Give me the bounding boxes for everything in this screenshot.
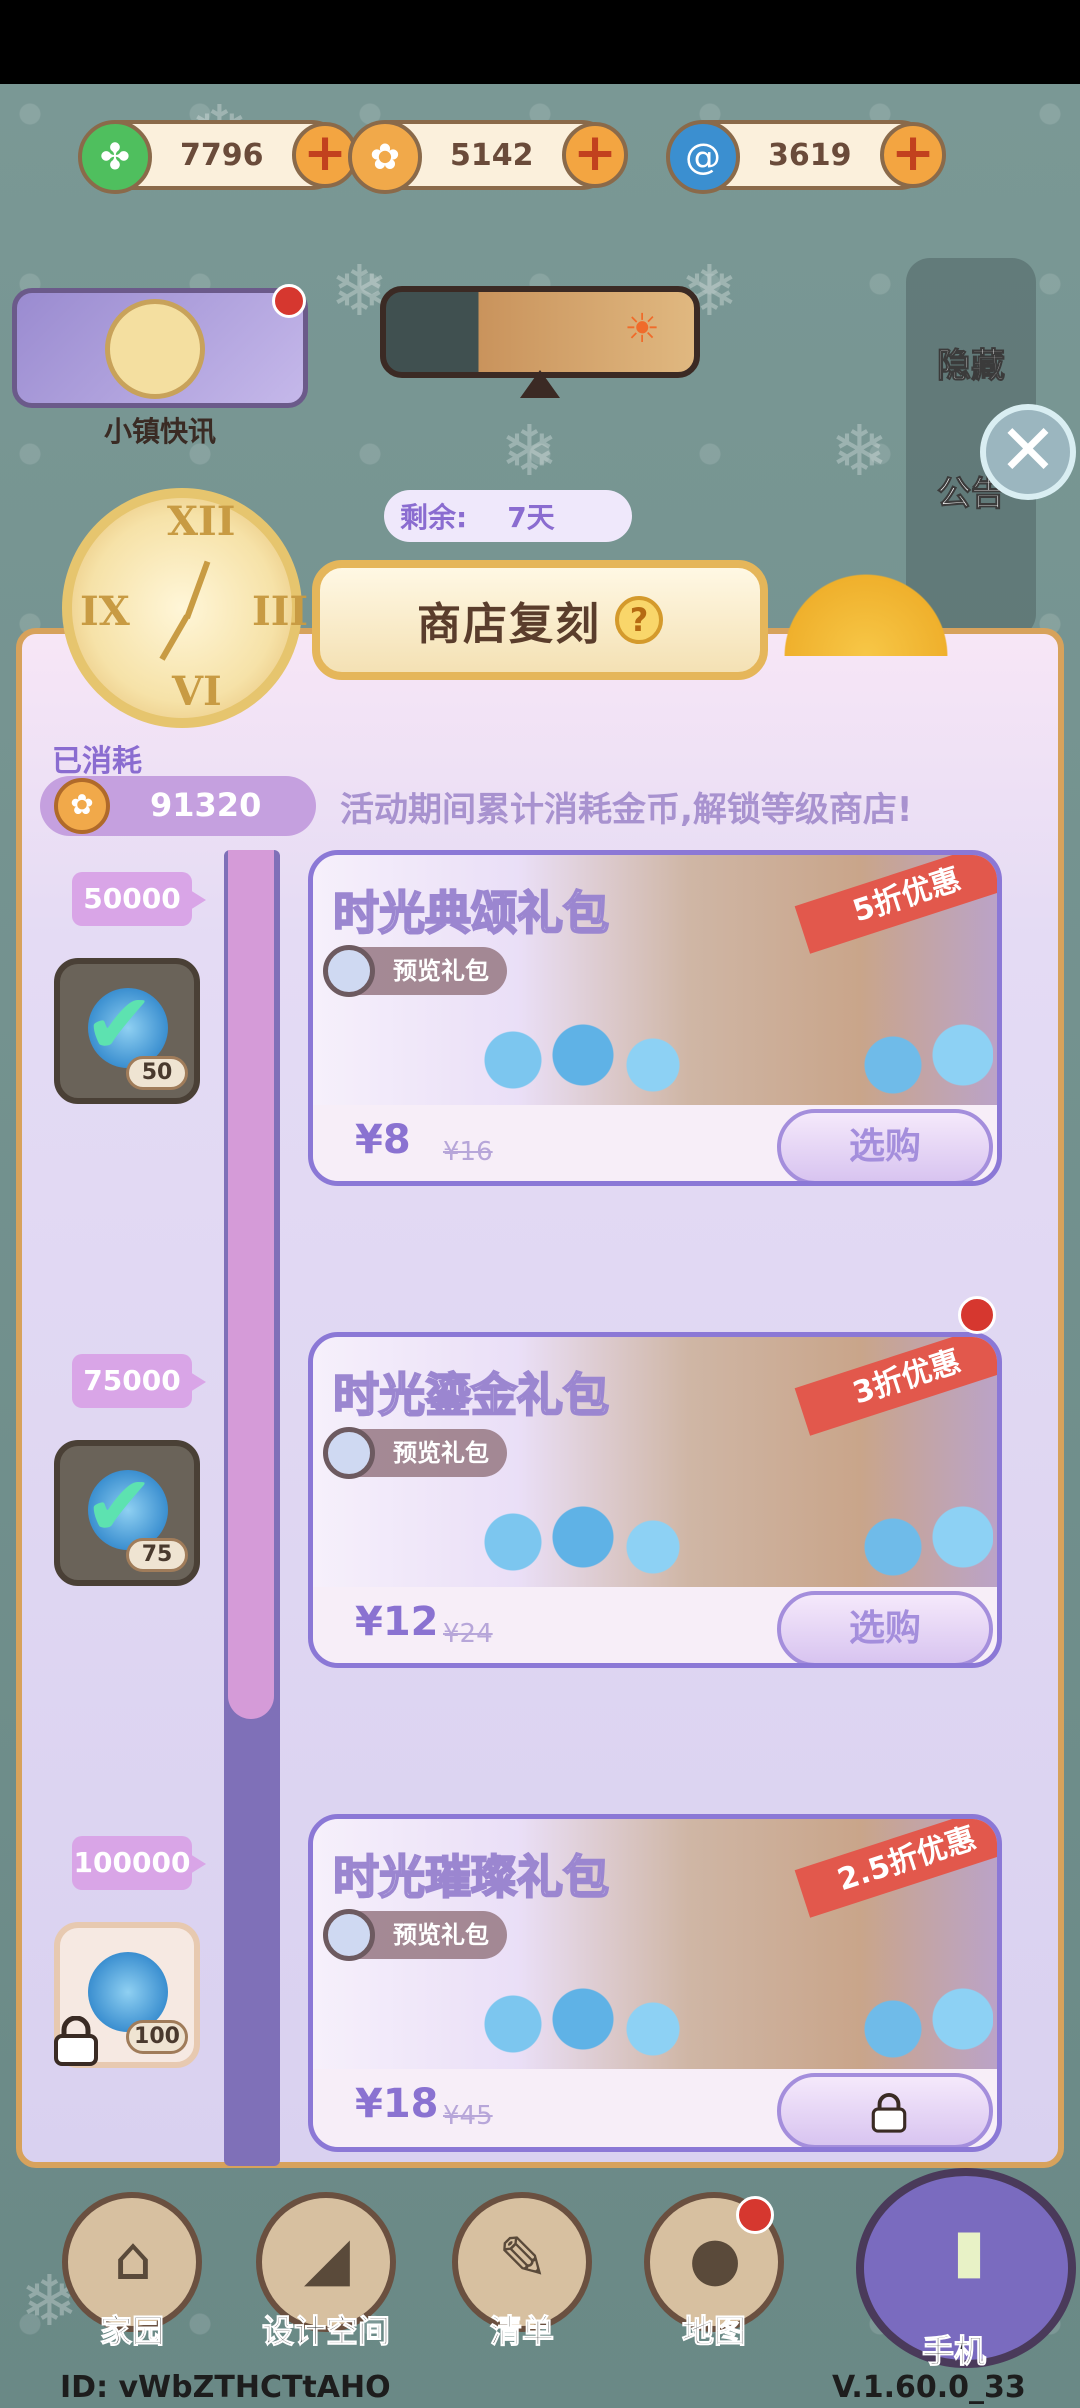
clock-icon <box>105 299 205 399</box>
swirl-gem-icon: @ <box>666 120 740 194</box>
clover-icon: ✤ <box>78 120 152 194</box>
magnifier-icon <box>323 1427 375 1479</box>
title-banner: 商店复刻 ? <box>312 560 768 680</box>
reward-count: 50 <box>126 1056 188 1090</box>
status-bar <box>0 0 1080 84</box>
list-icon: ✎ <box>497 2224 549 2294</box>
nav-design-label: 设计空间 <box>261 2312 390 2351</box>
coin-decoration-icon <box>776 556 956 656</box>
original-price: ¥16 <box>443 1137 493 1167</box>
map-pin-icon: ● <box>688 2224 742 2294</box>
remaining-value: 7天 <box>507 501 555 534</box>
gift-card: 5折优惠 时光典颂礼包 预览礼包 ¥8 ¥16 选购 <box>308 850 1002 1186</box>
original-price: ¥45 <box>443 2101 493 2131</box>
phone-icon: ▮ <box>952 2216 986 2286</box>
consumed-label: 已消耗 <box>52 744 142 779</box>
lock-icon <box>54 2016 98 2066</box>
original-price: ¥24 <box>443 1619 493 1649</box>
currency-coin: ✿ 5142 + <box>348 120 628 194</box>
reward-count: 75 <box>126 1538 188 1572</box>
player-id: ID: vWbZTHCTtAHO <box>60 2370 391 2405</box>
price: ¥18 <box>355 2081 439 2127</box>
lock-icon <box>871 2092 907 2133</box>
tier-threshold: 50000 <box>72 872 206 926</box>
gift-name: 时光典颂礼包 <box>332 885 610 941</box>
reward-count: 100 <box>126 2020 188 2054</box>
check-icon: ✔ <box>84 1457 155 1555</box>
price: ¥8 <box>355 1117 411 1163</box>
currency-clover: ✤ 7796 + <box>78 120 358 194</box>
clock-decoration-icon: XII III VI IX <box>62 488 308 728</box>
remaining-time: 剩余: 7天 <box>384 490 632 542</box>
snowflake-icon: ❄ <box>830 410 889 492</box>
magnifier-icon <box>323 1909 375 1961</box>
price: ¥12 <box>355 1599 439 1645</box>
locked-buy-button[interactable] <box>777 2073 993 2147</box>
tier-reward[interactable]: ✔ 75 <box>54 1440 200 1586</box>
weather-indicator[interactable]: ☀ <box>380 286 700 378</box>
currency-value: 7796 <box>180 137 264 173</box>
nav-phone-label: 手机 <box>921 2332 986 2371</box>
notification-dot <box>272 284 306 318</box>
swirl-gem-icon <box>473 1979 993 2069</box>
swirl-gem-icon <box>473 1497 993 1587</box>
town-news-label: 小镇快讯 <box>103 415 216 448</box>
nav-list-label: 清单 <box>489 2312 554 2351</box>
consumed-value: 91320 <box>150 786 262 824</box>
tier-threshold: 75000 <box>72 1354 206 1408</box>
town-news-button[interactable] <box>12 288 308 408</box>
hide-ui-button[interactable]: 隐藏 <box>906 338 1036 387</box>
ruler-icon: ◢ <box>303 2224 351 2294</box>
version-label: V.1.60.0_33 <box>832 2370 1026 2405</box>
progress-fill <box>228 850 274 1719</box>
page-title: 商店复刻 <box>417 599 601 650</box>
gift-name: 时光璀璨礼包 <box>332 1849 610 1905</box>
coin-icon: ✿ <box>54 778 110 834</box>
gift-card: 3折优惠 时光鎏金礼包 预览礼包 ¥12 ¥24 选购 <box>308 1332 1002 1668</box>
notification-dot <box>958 1296 996 1334</box>
swirl-gem-icon <box>473 1015 993 1105</box>
gift-name: 时光鎏金礼包 <box>332 1367 610 1423</box>
currency-value: 3619 <box>768 137 852 173</box>
magnifier-icon <box>323 945 375 997</box>
coin-icon: ✿ <box>348 120 422 194</box>
buy-button[interactable]: 选购 <box>777 1109 993 1181</box>
gift-card: 2.5折优惠 时光璀璨礼包 预览礼包 ¥18 ¥45 <box>308 1814 1002 2152</box>
buy-button[interactable]: 选购 <box>777 1591 993 1663</box>
nav-home-label: 家园 <box>99 2312 164 2351</box>
add-coin-button[interactable]: + <box>562 122 628 188</box>
sun-icon: ☀ <box>624 306 660 352</box>
help-icon[interactable]: ? <box>615 596 663 644</box>
currency-value: 5142 <box>450 137 534 173</box>
add-gem-button[interactable]: + <box>880 122 946 188</box>
snowflake-icon: ❄ <box>500 410 559 492</box>
tier-threshold: 100000 <box>72 1836 206 1890</box>
nav-map-label: 地图 <box>681 2312 746 2351</box>
notification-dot <box>736 2196 774 2234</box>
currency-gem: @ 3619 + <box>666 120 946 194</box>
house-icon: ⌂ <box>113 2224 153 2294</box>
event-tip: 活动期间累计消耗金币,解锁等级商店! <box>340 790 913 830</box>
weather-pointer-icon <box>520 370 560 398</box>
close-button[interactable]: ✕ <box>980 404 1076 500</box>
check-icon: ✔ <box>84 975 155 1073</box>
tier-reward[interactable]: ✔ 50 <box>54 958 200 1104</box>
remaining-label: 剩余: <box>400 501 468 534</box>
